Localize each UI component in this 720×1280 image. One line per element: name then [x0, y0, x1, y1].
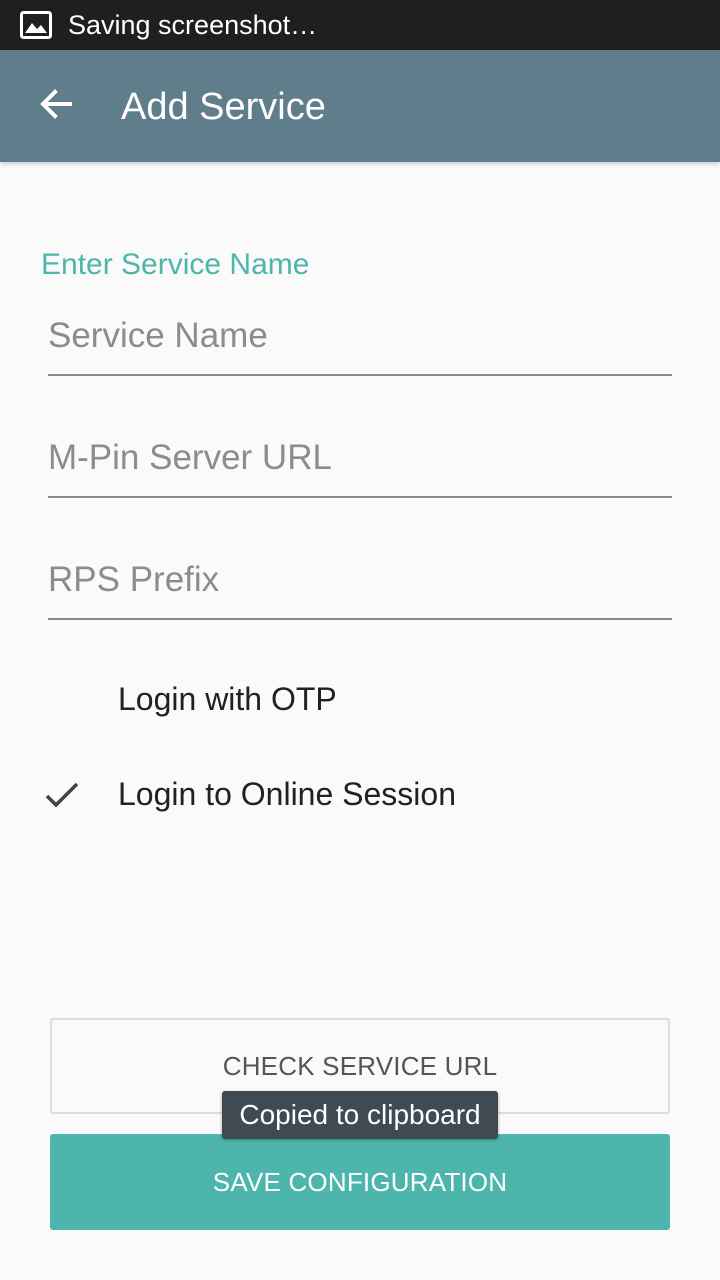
back-button[interactable] [28, 78, 84, 134]
login-with-otp-option[interactable]: Login with OTP [0, 660, 720, 740]
rps-prefix-input[interactable] [48, 550, 672, 620]
save-configuration-button[interactable]: SAVE CONFIGURATION [50, 1134, 670, 1230]
check-service-url-label: CHECK SERVICE URL [222, 1050, 498, 1081]
status-bar: Saving screenshot… [0, 0, 720, 50]
service-name-input[interactable] [48, 306, 672, 376]
arrow-left-icon [38, 86, 74, 127]
status-notification-text: Saving screenshot… [68, 10, 318, 40]
login-online-session-option[interactable]: Login to Online Session [0, 755, 720, 835]
page-title: Add Service [121, 86, 326, 128]
image-icon [20, 11, 52, 39]
app-bar: Add Service [0, 50, 720, 162]
login-with-otp-label: Login with OTP [118, 681, 337, 717]
checkmark-icon [44, 777, 80, 813]
save-configuration-label: SAVE CONFIGURATION [212, 1166, 508, 1197]
toast-message: Copied to clipboard [239, 1099, 481, 1130]
server-url-input[interactable] [48, 428, 672, 498]
service-name-floating-label: Enter Service Name [41, 248, 310, 281]
toast: Copied to clipboard [222, 1091, 498, 1139]
login-online-session-label: Login to Online Session [118, 776, 456, 812]
